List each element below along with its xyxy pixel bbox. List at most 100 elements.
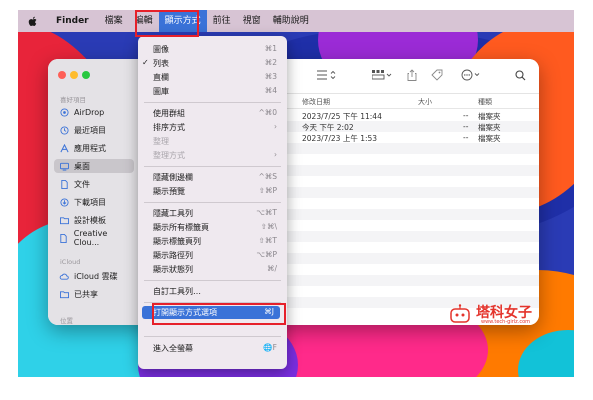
finder-window: 喜好項目 AirDrop 最近項目 應用程式 桌面 文件 下載項目 設計模板 C… xyxy=(48,59,539,325)
row-size: -- xyxy=(463,111,469,120)
sidebar-item-label: 最近項目 xyxy=(74,125,106,135)
menu-separator xyxy=(144,336,281,337)
chevron-right-icon: › xyxy=(274,122,277,131)
menu-item-shortcut: ⌥⌘T xyxy=(256,208,277,217)
sidebar-item-label: 設計模板 xyxy=(74,215,106,225)
column-header-size[interactable]: 大小 xyxy=(418,97,432,107)
desktop-icon xyxy=(59,161,69,171)
sidebar-item-applications[interactable]: 應用程式 xyxy=(54,141,134,155)
menu-item-label: 顯示標籤頁列 xyxy=(153,237,201,246)
menu-item-list[interactable]: ✓ 列表 ⌘2 xyxy=(138,57,287,70)
menu-file[interactable]: 檔案 xyxy=(99,10,129,32)
menu-separator xyxy=(144,280,281,281)
file-icon xyxy=(59,233,69,243)
sidebar-item-icloud-drive[interactable]: iCloud 雲碟 xyxy=(54,269,134,283)
sidebar-item-downloads[interactable]: 下載項目 xyxy=(54,195,134,209)
menu-help[interactable]: 輔助說明 xyxy=(267,10,315,32)
menu-item-label: 顯示所有標籤頁 xyxy=(153,223,209,232)
minimize-window-button[interactable] xyxy=(70,71,78,79)
sidebar-item-shared[interactable]: 已共享 xyxy=(54,287,134,301)
menu-item-show-all-tabs[interactable]: 顯示所有標籤頁 ⇧⌘\ xyxy=(138,221,287,234)
menu-item-label: 顯示狀態列 xyxy=(153,265,193,274)
zoom-window-button[interactable] xyxy=(82,71,90,79)
checkmark-icon: ✓ xyxy=(142,58,149,67)
watermark-logo: 塔科女子 www.tech-girlz.com xyxy=(448,304,563,326)
apple-icon[interactable] xyxy=(28,16,38,27)
menu-item-label: 進入全螢幕 xyxy=(153,344,193,353)
menu-separator xyxy=(144,102,281,103)
menu-go[interactable]: 前往 xyxy=(207,10,237,32)
menu-item-show-status-bar[interactable]: 顯示狀態列 ⌘/ xyxy=(138,263,287,276)
airdrop-icon xyxy=(59,107,69,117)
shared-folder-icon xyxy=(59,289,69,299)
menu-item-clean-up-by: 整理方式 › xyxy=(138,149,287,162)
sidebar-item-label: 文件 xyxy=(74,179,90,189)
sidebar-item-label: AirDrop xyxy=(74,107,105,117)
menu-item-label: 顯示路徑列 xyxy=(153,251,193,260)
column-header-modified[interactable]: 修改日期 xyxy=(302,97,330,107)
menu-item-shortcut: ⌥⌘P xyxy=(256,250,277,259)
menu-item-clean-up: 整理 xyxy=(138,135,287,148)
menu-item-label: 排序方式 xyxy=(153,123,185,132)
download-icon xyxy=(59,197,69,207)
clock-icon xyxy=(59,125,69,135)
menu-finder[interactable]: Finder xyxy=(50,10,95,32)
watermark-url: www.tech-girlz.com xyxy=(481,319,531,325)
sidebar-item-desktop[interactable]: 桌面 xyxy=(54,159,134,173)
cloud-icon xyxy=(59,271,69,281)
desktop-screenshot: Finder 檔案 編輯 顯示方式 前往 視窗 輔助說明 喜好項目 AirDro… xyxy=(18,10,574,377)
menu-item-shortcut: ^⌘S xyxy=(258,172,277,181)
menu-item-show-tab-bar[interactable]: 顯示標籤頁列 ⇧⌘T xyxy=(138,235,287,248)
more-actions-icon[interactable] xyxy=(461,69,483,81)
menu-item-label: 圖庫 xyxy=(153,87,169,96)
menu-item-gallery[interactable]: 圖庫 ⌘4 xyxy=(138,85,287,98)
menu-item-shortcut: ^⌘0 xyxy=(258,108,277,117)
sidebar-item-recents[interactable]: 最近項目 xyxy=(54,123,134,137)
menu-item-shortcut: ⇧⌘P xyxy=(258,186,277,195)
sidebar-item-label: Creative Clou... xyxy=(73,229,108,247)
menu-bar: Finder 檔案 編輯 顯示方式 前往 視窗 輔助說明 xyxy=(18,10,574,32)
row-size: -- xyxy=(463,133,469,142)
apps-icon xyxy=(59,143,69,153)
sidebar-item-label: iCloud 雲碟 xyxy=(74,271,118,281)
menu-item-label: 隱藏工具列 xyxy=(153,209,193,218)
menu-item-label: 列表 xyxy=(153,59,169,68)
menu-item-enter-full-screen[interactable]: 進入全螢幕 🌐F xyxy=(138,342,287,355)
group-icon[interactable] xyxy=(372,69,394,81)
menu-item-shortcut: 🌐F xyxy=(263,343,277,352)
folder-icon xyxy=(59,215,69,225)
document-icon xyxy=(59,179,69,189)
sidebar-item-templates[interactable]: 設計模板 xyxy=(54,213,134,227)
menu-item-customize-toolbar[interactable]: 自訂工具列… xyxy=(138,285,287,298)
column-header-kind[interactable]: 種類 xyxy=(478,97,492,107)
sidebar-item-airdrop[interactable]: AirDrop xyxy=(54,105,134,119)
sidebar-item-creative-cloud[interactable]: Creative Clou... xyxy=(54,229,134,247)
share-icon[interactable] xyxy=(407,69,417,81)
search-icon[interactable] xyxy=(515,69,526,81)
menu-item-shortcut: ⌘2 xyxy=(264,58,277,67)
menu-item-use-groups[interactable]: 使用群組 ^⌘0 xyxy=(138,107,287,120)
menu-window[interactable]: 視窗 xyxy=(237,10,267,32)
sidebar-item-label: 應用程式 xyxy=(74,143,106,153)
menu-item-show-preview[interactable]: 顯示預覽 ⇧⌘P xyxy=(138,185,287,198)
menu-item-label: 圖像 xyxy=(153,45,169,54)
menu-item-sort-by[interactable]: 排序方式 › xyxy=(138,121,287,134)
sidebar-section-icloud: iCloud xyxy=(60,258,81,266)
tag-icon[interactable] xyxy=(431,69,443,81)
menu-item-columns[interactable]: 直欄 ⌘3 xyxy=(138,71,287,84)
menu-item-show-path-bar[interactable]: 顯示路徑列 ⌥⌘P xyxy=(138,249,287,262)
menu-item-label: 直欄 xyxy=(153,73,169,82)
menu-item-hide-sidebar[interactable]: 隱藏側邊欄 ^⌘S xyxy=(138,171,287,184)
menu-item-shortcut: ⌘3 xyxy=(264,72,277,81)
menu-item-icons[interactable]: 圖像 ⌘1 xyxy=(138,43,287,56)
sidebar-item-label: 已共享 xyxy=(74,289,98,299)
list-view-icon[interactable] xyxy=(317,69,337,81)
sidebar-item-documents[interactable]: 文件 xyxy=(54,177,134,191)
menu-item-label: 整理 xyxy=(153,137,169,146)
menu-item-hide-toolbar[interactable]: 隱藏工具列 ⌥⌘T xyxy=(138,207,287,220)
menu-item-label: 顯示預覽 xyxy=(153,187,185,196)
close-window-button[interactable] xyxy=(58,71,66,79)
menu-separator xyxy=(144,202,281,203)
menu-item-shortcut: ⇧⌘T xyxy=(258,236,277,245)
sidebar: 喜好項目 AirDrop 最近項目 應用程式 桌面 文件 下載項目 設計模板 C… xyxy=(48,59,139,325)
